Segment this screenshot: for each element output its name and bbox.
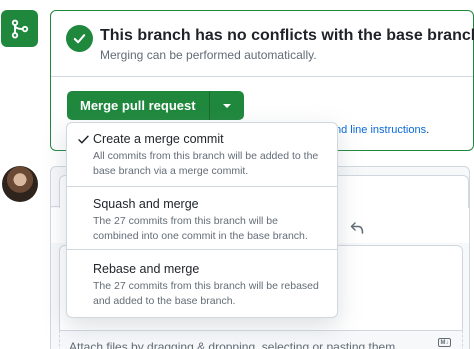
avatar[interactable] — [2, 166, 38, 202]
menu-item-description: All commits from this branch will be add… — [93, 150, 319, 162]
check-circle-icon — [66, 25, 93, 52]
menu-item-description: base branch via a merge commit. — [93, 165, 249, 177]
menu-item-title: Rebase and merge — [93, 262, 200, 276]
divider — [51, 76, 473, 77]
reply-icon[interactable] — [349, 220, 365, 241]
menu-item-create-merge-commit[interactable]: Create a merge commit All commits from t… — [67, 132, 337, 187]
menu-item-description: combined into one commit in the base bra… — [93, 230, 308, 242]
menu-item-rebase-and-merge[interactable]: Rebase and merge The 27 commits from thi… — [67, 250, 337, 317]
cli-link-trail: . — [426, 124, 430, 136]
attach-files-text[interactable]: Attach files by dragging & dropping, sel… — [69, 340, 399, 349]
check-icon — [78, 135, 89, 144]
menu-item-description: and added to the base branch. — [93, 295, 236, 307]
cli-link-text[interactable]: nd line instructions — [335, 124, 426, 136]
command-line-instructions-link[interactable]: nd line instructions. — [335, 124, 429, 136]
menu-item-squash-and-merge[interactable]: Squash and merge The 27 commits from thi… — [67, 187, 337, 250]
merge-button-group: Merge pull request — [67, 91, 244, 120]
markdown-icon[interactable]: M↓ — [438, 338, 451, 347]
merge-pull-request-button[interactable]: Merge pull request — [67, 91, 210, 120]
check-icon — [73, 34, 86, 44]
menu-item-description: The 27 commits from this branch will be … — [93, 280, 319, 292]
git-merge-badge — [1, 10, 38, 47]
menu-item-title: Create a merge commit — [93, 132, 224, 146]
merge-status-subtitle: Merging can be performed automatically. — [100, 48, 317, 62]
merge-status-title: This branch has no conflicts with the ba… — [100, 27, 474, 44]
triangle-down-icon — [222, 103, 231, 108]
merge-method-menu: Create a merge commit All commits from t… — [66, 122, 338, 318]
menu-item-description: The 27 commits from this branch will be — [93, 215, 278, 227]
menu-item-title: Squash and merge — [93, 197, 199, 211]
git-merge-icon — [11, 19, 28, 38]
merge-method-dropdown-button[interactable] — [210, 91, 244, 120]
